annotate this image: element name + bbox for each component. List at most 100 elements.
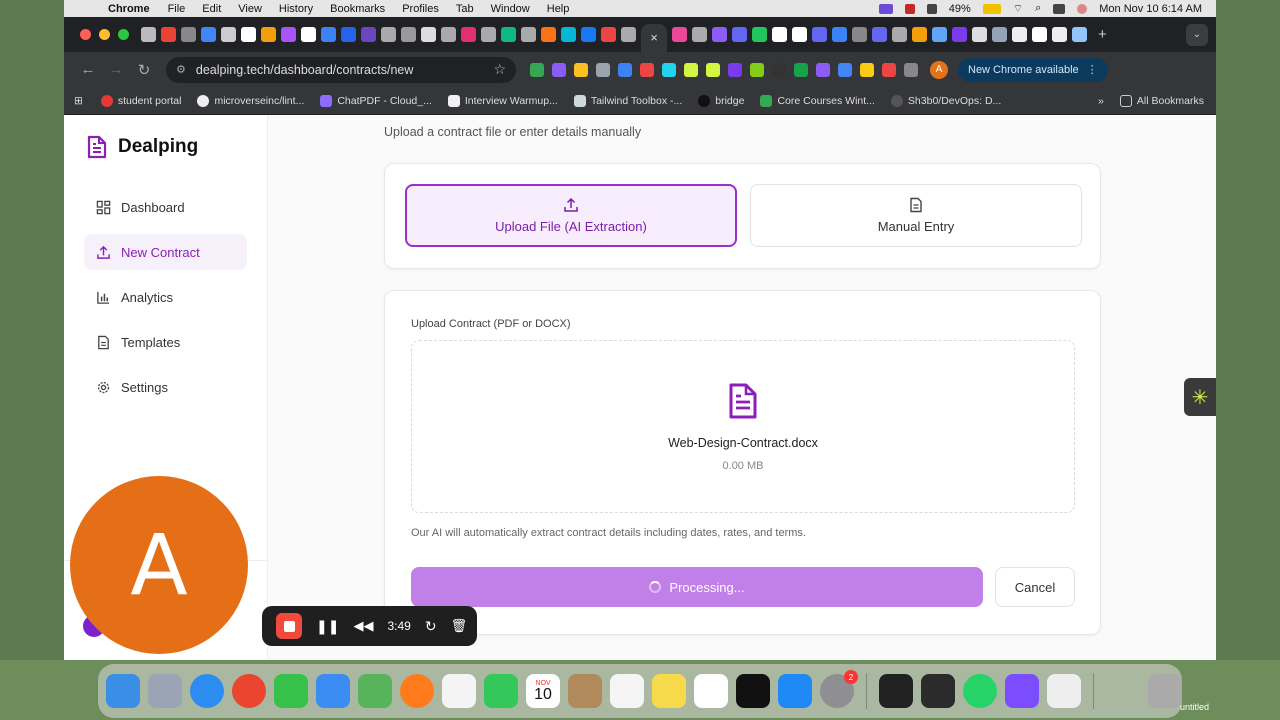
extension-icon[interactable] [706,62,720,77]
chrome-icon[interactable] [232,674,266,708]
bookmark-star-icon[interactable]: ☆ [493,61,506,78]
rewind-icon[interactable]: ◀◀ [353,618,373,634]
search-icon[interactable]: ⌕ [1035,2,1041,15]
apple-tv-icon[interactable] [736,674,770,708]
brand[interactable]: Dealping [64,115,267,159]
tab-favicon-icon[interactable] [952,27,967,42]
tab-favicon-icon[interactable] [341,27,356,42]
extension-icon[interactable] [530,62,544,77]
tab-favicon-icon[interactable] [301,27,316,42]
tab-favicon-icon[interactable] [852,27,867,42]
tab-favicon-icon[interactable] [481,27,496,42]
extension-icon[interactable] [684,62,698,77]
tab-favicon-icon[interactable] [221,27,236,42]
bookmark-core-courses[interactable]: Core Courses Wint... [760,94,875,107]
notes-icon[interactable] [652,674,686,708]
tab-favicon-icon[interactable] [992,27,1007,42]
tab-favicon-icon[interactable] [361,27,376,42]
finder-icon[interactable] [106,674,140,708]
control-center-icon[interactable] [1053,3,1066,14]
tab-favicon-icon[interactable] [401,27,416,42]
tab-favicon-icon[interactable] [772,27,787,42]
menu-history[interactable]: History [279,3,313,15]
system-settings-icon[interactable]: 2 [820,670,858,708]
close-window-button[interactable] [80,29,91,40]
tab-favicon-icon[interactable] [1052,27,1067,42]
forward-button[interactable]: → [102,61,130,78]
extension-icon[interactable] [882,62,896,77]
wifi-icon[interactable]: ⌔ [1013,2,1023,16]
floating-widget-icon[interactable]: ✳ [1184,378,1216,416]
tab-favicon-icon[interactable] [932,27,947,42]
profile-avatar[interactable]: A [930,60,948,79]
restart-icon[interactable]: ↻ [425,618,437,635]
tab-favicon-icon[interactable] [201,27,216,42]
freeform-icon[interactable] [694,674,728,708]
tab-favicon-icon[interactable] [521,27,536,42]
facetime-icon[interactable] [484,674,518,708]
sidebar-item-new-contract[interactable]: New Contract [84,234,247,270]
address-bar[interactable]: ⚙ dealping.tech/dashboard/contracts/new … [166,56,516,83]
tab-favicon-icon[interactable] [732,27,747,42]
pause-icon[interactable]: ❚❚ [316,618,339,635]
firefox-icon[interactable] [400,674,434,708]
bookmark-devops[interactable]: Sh3b0/DevOps: D... [890,94,1001,107]
photos-icon[interactable] [442,674,476,708]
contacts-icon[interactable] [568,674,602,708]
tab-favicon-icon[interactable] [281,27,296,42]
tab-favicon-icon[interactable] [561,27,576,42]
tab-search-button[interactable]: ⌄ [1186,23,1208,46]
tab-favicon-icon[interactable] [161,27,176,42]
tab-favicon-icon[interactable] [792,27,807,42]
tab-favicon-icon[interactable] [872,27,887,42]
terminal-icon[interactable] [879,674,913,708]
tab-favicon-icon[interactable] [181,27,196,42]
sidebar-item-templates[interactable]: Templates [84,324,247,360]
extension-icon[interactable] [596,62,610,77]
app-store-icon[interactable] [778,674,812,708]
tab-favicon-icon[interactable] [441,27,456,42]
tab-favicon-icon[interactable] [581,27,596,42]
menubar-datetime[interactable]: Mon Nov 10 6:14 AM [1099,3,1202,15]
tab-favicon-icon[interactable] [1072,27,1087,42]
tab-favicon-icon[interactable] [241,27,256,42]
site-info-icon[interactable]: ⚙ [176,63,186,76]
extension-icon[interactable] [838,62,852,77]
menu-help[interactable]: Help [547,3,570,15]
processing-button[interactable]: Processing... [411,567,983,607]
cube-app-icon[interactable] [921,674,955,708]
menu-tab[interactable]: Tab [456,3,474,15]
ghost-app-icon[interactable] [1005,674,1039,708]
bookmarks-overflow-icon[interactable]: » [1098,95,1104,107]
upload-file-mode-button[interactable]: Upload File (AI Extraction) [405,184,737,247]
tab-favicon-icon[interactable] [1032,27,1047,42]
trash-icon[interactable] [1148,674,1182,708]
sidebar-item-settings[interactable]: Settings [84,369,247,405]
bookmark-github[interactable]: microverseinc/lint... [197,94,304,107]
tab-favicon-icon[interactable] [261,27,276,42]
status-icon[interactable] [904,3,915,14]
extension-icon[interactable] [772,62,786,77]
launchpad-icon[interactable] [148,674,182,708]
file-dropzone[interactable]: Web-Design-Contract.docx 0.00 MB [411,340,1075,513]
tab-favicon-icon[interactable] [752,27,767,42]
active-tab-close-icon[interactable]: × [641,23,667,52]
downloads-stack-icon[interactable] [1106,674,1140,708]
tab-favicon-icon[interactable] [972,27,987,42]
extension-icon[interactable] [552,62,566,77]
tab-favicon-icon[interactable] [421,27,436,42]
menu-view[interactable]: View [238,3,262,15]
siri-icon[interactable] [1077,3,1088,14]
bookmark-bridge[interactable]: bridge [698,94,744,107]
cancel-button[interactable]: Cancel [995,567,1075,607]
mail-icon[interactable] [316,674,350,708]
whatsapp-icon[interactable] [963,674,997,708]
sidebar-item-analytics[interactable]: Analytics [84,279,247,315]
tab-favicon-icon[interactable] [541,27,556,42]
bookmark-interview-warmup[interactable]: Interview Warmup... [447,94,558,107]
new-chrome-available-button[interactable]: New Chrome available ⋮ [958,57,1108,82]
minimize-window-button[interactable] [99,29,110,40]
stop-recording-button[interactable] [276,613,302,639]
extension-icon[interactable] [728,62,742,77]
tab-favicon-icon[interactable] [381,27,396,42]
